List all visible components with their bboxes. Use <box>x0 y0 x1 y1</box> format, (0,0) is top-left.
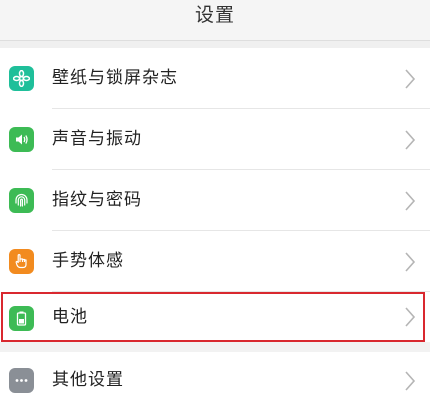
settings-item-sound[interactable]: 声音与振动 <box>0 109 430 170</box>
settings-item-label: 指纹与密码 <box>52 190 142 210</box>
chevron-right-icon <box>405 252 416 272</box>
section-gap <box>0 41 430 48</box>
settings-item-fingerprint[interactable]: 指纹与密码 <box>0 170 430 231</box>
flower-icon <box>9 66 34 91</box>
battery-icon <box>9 306 34 331</box>
settings-item-battery[interactable]: 电池 <box>0 292 430 342</box>
settings-item-label: 手势体感 <box>52 251 124 271</box>
settings-item-wallpaper[interactable]: 壁纸与锁屏杂志 <box>0 48 430 109</box>
settings-item-label: 电池 <box>52 307 88 327</box>
hand-icon <box>9 249 34 274</box>
header-bar: 设置 <box>0 0 430 41</box>
settings-item-gestures[interactable]: 手势体感 <box>0 231 430 292</box>
chevron-right-icon <box>405 69 416 89</box>
chevron-right-icon <box>405 130 416 150</box>
page-title: 设置 <box>194 4 235 26</box>
speaker-icon <box>9 127 34 152</box>
settings-item-label: 声音与振动 <box>52 129 142 149</box>
settings-item-other[interactable]: 其他设置 <box>0 352 430 400</box>
more-icon <box>9 368 34 393</box>
fingerprint-icon <box>9 188 34 213</box>
chevron-right-icon <box>405 307 416 327</box>
settings-item-label: 壁纸与锁屏杂志 <box>52 68 178 88</box>
settings-item-label: 其他设置 <box>52 370 124 390</box>
chevron-right-icon <box>405 371 416 391</box>
chevron-right-icon <box>405 191 416 211</box>
